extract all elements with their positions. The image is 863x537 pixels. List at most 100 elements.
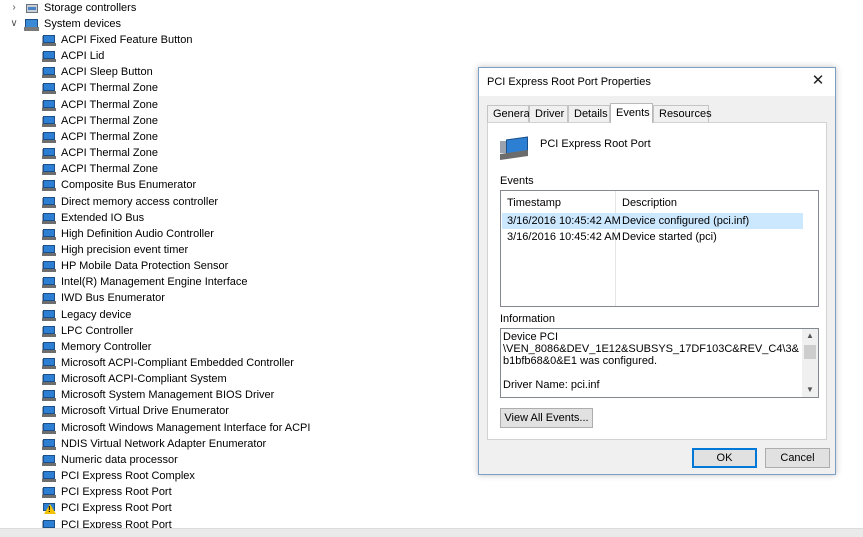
device-label: Microsoft ACPI-Compliant Embedded Contro… bbox=[61, 357, 294, 369]
tree-category-system-devices[interactable]: ∨ System devices bbox=[8, 16, 121, 32]
tree-category-storage-controllers[interactable]: › Storage controllers bbox=[8, 0, 136, 16]
system-device-icon bbox=[42, 179, 56, 192]
device-list-item[interactable]: ACPI Thermal Zone bbox=[42, 145, 158, 161]
chevron-right-icon[interactable]: › bbox=[8, 0, 20, 16]
device-list-item[interactable]: ACPI Lid bbox=[42, 48, 104, 64]
close-icon[interactable]: ✕ bbox=[809, 72, 827, 90]
event-description: Device started (pci) bbox=[622, 231, 717, 243]
device-list-item[interactable]: Extended IO Bus bbox=[42, 210, 144, 226]
device-list-item[interactable]: PCI Express Root Complex bbox=[42, 468, 195, 484]
device-list-item[interactable]: Microsoft ACPI-Compliant Embedded Contro… bbox=[42, 355, 294, 371]
device-list-item[interactable]: Microsoft Virtual Drive Enumerator bbox=[42, 403, 229, 419]
tab-general[interactable]: General bbox=[487, 105, 532, 122]
device-list-item[interactable]: ACPI Thermal Zone bbox=[42, 97, 158, 113]
warning-device-icon: ! bbox=[42, 502, 56, 515]
device-list-item[interactable]: Direct memory access controller bbox=[42, 194, 218, 210]
device-tree: › Storage controllers ∨ System devices A… bbox=[0, 0, 470, 536]
category-label: System devices bbox=[44, 18, 122, 30]
device-list-item[interactable]: High precision event timer bbox=[42, 242, 188, 258]
view-all-events-button[interactable]: View All Events... bbox=[500, 408, 593, 428]
information-textbox[interactable]: Device PCI \VEN_8086&DEV_1E12&SUBSYS_17D… bbox=[500, 328, 819, 398]
event-row[interactable]: 3/16/2016 10:45:42 AM Device configured … bbox=[502, 213, 803, 229]
events-label: Events bbox=[500, 175, 534, 187]
device-list-item[interactable]: ACPI Fixed Feature Button bbox=[42, 32, 192, 48]
properties-dialog: PCI Express Root Port Properties ✕ Gener… bbox=[478, 67, 836, 475]
cancel-button[interactable]: Cancel bbox=[765, 448, 830, 468]
device-label: ACPI Lid bbox=[61, 50, 105, 63]
column-divider[interactable] bbox=[615, 191, 616, 306]
device-list-item[interactable]: ACPI Thermal Zone bbox=[42, 113, 158, 129]
scroll-down-icon[interactable]: ▼ bbox=[802, 384, 818, 396]
system-device-icon bbox=[42, 163, 56, 176]
device-list-item[interactable]: Microsoft Windows Management Interface f… bbox=[42, 420, 310, 436]
system-device-icon bbox=[42, 309, 56, 321]
device-label: ACPI Thermal Zone bbox=[61, 163, 159, 176]
system-device-icon bbox=[42, 115, 56, 127]
device-label: Microsoft Windows Management Interface f… bbox=[61, 421, 311, 434]
device-list-item[interactable]: NDIS Virtual Network Adapter Enumerator bbox=[42, 436, 266, 452]
device-list-item[interactable]: Microsoft ACPI-Compliant System bbox=[42, 371, 227, 387]
system-device-icon bbox=[42, 422, 56, 434]
device-list-item[interactable]: ACPI Thermal Zone bbox=[42, 80, 158, 96]
tab-events[interactable]: Events bbox=[610, 103, 653, 123]
device-list-item[interactable]: ACPI Sleep Button bbox=[42, 64, 153, 80]
device-label: Intel(R) Management Engine Interface bbox=[61, 276, 248, 289]
system-device-icon bbox=[42, 34, 56, 46]
ok-button[interactable]: OK bbox=[692, 448, 757, 468]
device-list-item[interactable]: LPC Controller bbox=[42, 323, 133, 339]
column-header-timestamp[interactable]: Timestamp bbox=[507, 197, 561, 209]
device-list-item[interactable]: Memory Controller bbox=[42, 339, 151, 355]
device-list-item[interactable]: PCI Express Root Port bbox=[42, 484, 172, 500]
events-list[interactable]: Timestamp Description 3/16/2016 10:45:42… bbox=[500, 190, 819, 307]
device-label: IWD Bus Enumerator bbox=[61, 292, 165, 305]
device-list-item[interactable]: Composite Bus Enumerator bbox=[42, 177, 196, 193]
device-list-item[interactable]: ACPI Thermal Zone bbox=[42, 161, 158, 177]
event-row[interactable]: 3/16/2016 10:45:42 AM Device started (pc… bbox=[502, 229, 803, 245]
device-label: NDIS Virtual Network Adapter Enumerator bbox=[61, 437, 267, 450]
system-device-icon bbox=[42, 357, 56, 369]
device-label: Microsoft Virtual Drive Enumerator bbox=[61, 405, 229, 418]
system-device-icon bbox=[42, 212, 56, 224]
information-scrollbar[interactable]: ▲ ▼ bbox=[802, 329, 818, 397]
dialog-titlebar[interactable]: PCI Express Root Port Properties ✕ bbox=[479, 68, 835, 96]
device-list-item[interactable]: Intel(R) Management Engine Interface bbox=[42, 274, 248, 290]
device-list-item[interactable]: IWD Bus Enumerator bbox=[42, 290, 165, 306]
tab-details[interactable]: Details bbox=[568, 105, 610, 122]
device-label: ACPI Sleep Button bbox=[61, 66, 153, 79]
system-device-icon bbox=[42, 486, 56, 499]
system-device-icon bbox=[42, 196, 56, 208]
device-list-item[interactable]: ACPI Thermal Zone bbox=[42, 129, 158, 145]
pci-device-icon bbox=[500, 136, 530, 160]
tab-resources[interactable]: Resources bbox=[653, 105, 712, 122]
device-label: Legacy device bbox=[61, 308, 132, 321]
device-label: Numeric data processor bbox=[61, 453, 178, 466]
events-tab-panel: PCI Express Root Port Events Timestamp D… bbox=[487, 122, 827, 440]
device-list-item[interactable]: ! PCI Express Root Port bbox=[42, 500, 172, 516]
device-list-item[interactable]: HP Mobile Data Protection Sensor bbox=[42, 258, 228, 274]
information-text: Device PCI \VEN_8086&DEV_1E12&SUBSYS_17D… bbox=[503, 331, 799, 391]
system-device-icon bbox=[42, 147, 56, 160]
scroll-up-icon[interactable]: ▲ bbox=[802, 330, 818, 342]
event-timestamp: 3/16/2016 10:45:42 AM bbox=[507, 231, 621, 243]
system-device-icon bbox=[42, 325, 56, 337]
system-device-icon bbox=[42, 373, 56, 386]
system-device-icon bbox=[42, 405, 56, 418]
system-device-icon bbox=[42, 454, 56, 466]
device-list-item[interactable]: Microsoft System Management BIOS Driver bbox=[42, 387, 274, 403]
device-list-item[interactable]: Numeric data processor bbox=[42, 452, 178, 468]
system-device-icon bbox=[42, 389, 56, 402]
system-device-icon bbox=[42, 228, 56, 240]
device-label: ACPI Thermal Zone bbox=[61, 130, 159, 143]
device-list-item[interactable]: Legacy device bbox=[42, 307, 131, 323]
device-label: Memory Controller bbox=[61, 340, 152, 353]
tab-driver[interactable]: Driver bbox=[529, 105, 568, 122]
scroll-thumb[interactable] bbox=[804, 345, 816, 359]
chevron-down-icon[interactable]: ∨ bbox=[8, 16, 20, 32]
device-label: Direct memory access controller bbox=[61, 195, 219, 208]
column-header-description[interactable]: Description bbox=[622, 197, 677, 209]
device-list-item[interactable]: High Definition Audio Controller bbox=[42, 226, 214, 242]
category-label: Storage controllers bbox=[44, 2, 137, 14]
device-label: PCI Express Root Port bbox=[61, 502, 172, 515]
device-label: ACPI Thermal Zone bbox=[61, 147, 159, 160]
system-device-icon bbox=[42, 50, 56, 63]
